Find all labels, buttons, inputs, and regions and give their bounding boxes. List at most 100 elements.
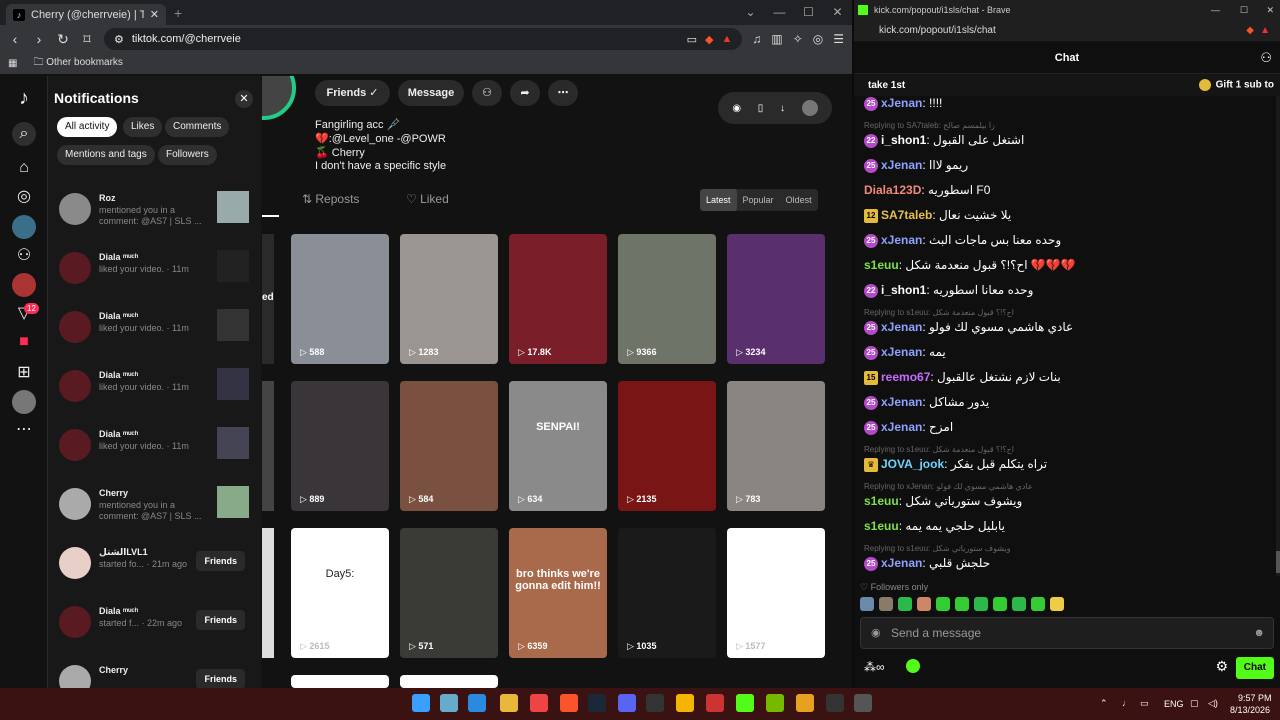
chat-username[interactable]: xJenan	[881, 556, 922, 570]
avatar[interactable]	[59, 193, 91, 225]
cast-icon[interactable]: ▭	[687, 33, 697, 46]
chat-username[interactable]: xJenan	[881, 420, 922, 434]
chat-message[interactable]: 12 SA7taleb: يلا خشيت نعال	[864, 208, 1011, 223]
notification-item[interactable]: Roz mentioned you in a comment: @AS7 | SL…	[59, 189, 249, 229]
emote-icon[interactable]	[1050, 597, 1064, 611]
vpn-icon[interactable]: ◎	[813, 32, 823, 46]
app-tray-icon[interactable]	[854, 694, 872, 712]
friends-avatar-icon[interactable]	[12, 273, 36, 297]
chat-message[interactable]: 22 i_shon1: وحده معانا اسطوريه	[864, 283, 1033, 298]
notification-user[interactable]: Cherry	[99, 488, 128, 498]
phone-icon[interactable]: ▯	[758, 103, 764, 114]
brave-rewards-icon[interactable]: ▲	[1260, 20, 1270, 42]
chat-username[interactable]: reemo67	[881, 370, 930, 384]
avatar[interactable]	[59, 606, 91, 638]
brave-shield-icon[interactable]: ◆	[705, 33, 713, 46]
chat-username[interactable]: s1euu	[864, 258, 899, 272]
send-message-input[interactable]: ◉ Send a message ☻	[860, 617, 1274, 649]
chat-message[interactable]: 22 i_shon1: اشتغل على القبول	[864, 133, 1024, 148]
network-icon[interactable]: ▭	[1140, 698, 1149, 709]
video-thumbnail[interactable]: ▷ 889	[291, 381, 389, 511]
chat-message[interactable]: ♛ JOVA_jook: تراه يتكلم قبل يفكر	[864, 457, 1047, 472]
chat-message[interactable]: s1euu: ويشوف ستورياتي شكل	[864, 494, 1022, 508]
emote-icon[interactable]	[1031, 597, 1045, 611]
compass-icon[interactable]: ◉	[732, 103, 741, 114]
game-launcher-icon[interactable]	[706, 694, 724, 712]
users-icon[interactable]: ⚇	[1260, 42, 1272, 74]
emote-icon[interactable]	[936, 597, 950, 611]
notification-thumbnail[interactable]	[217, 427, 249, 459]
reply-context[interactable]: Replying to s1euu: اح؟!؟ قبول منعدمة شكل	[864, 308, 1014, 317]
video-thumb-partial[interactable]	[262, 381, 274, 511]
nvidia-icon[interactable]	[766, 694, 784, 712]
sort-latest[interactable]: Latest	[700, 189, 737, 211]
message-button[interactable]: Message	[398, 80, 464, 106]
close-icon[interactable]: ✕	[1266, 5, 1274, 16]
notification-item[interactable]: Cherry Friends	[59, 661, 249, 688]
volume-icon[interactable]: ◁)	[1208, 698, 1218, 709]
minimize-icon[interactable]: —	[1211, 5, 1220, 15]
video-thumb-partial[interactable]: ed	[262, 234, 274, 364]
chat-username[interactable]: xJenan	[881, 96, 922, 110]
chat-username[interactable]: i_shon1	[881, 133, 926, 147]
extensions-icon[interactable]: ✧	[793, 32, 803, 46]
notification-user[interactable]: Diala ᵐᵘᶜʰ	[99, 311, 138, 321]
filter-mentions[interactable]: Mentions and tags	[57, 145, 155, 165]
video-thumbnail[interactable]: ▷ 17.8K	[509, 234, 607, 364]
chat-message[interactable]: 25 xJenan: وحده معنا بس ماجات البث	[864, 233, 1061, 248]
notification-thumbnail[interactable]	[217, 250, 249, 282]
notification-thumbnail[interactable]	[217, 368, 249, 400]
video-thumbnail[interactable]: ▷ 1035	[618, 528, 716, 658]
tray-chevron-icon[interactable]: ⌃	[1100, 698, 1108, 709]
epic-games-icon[interactable]	[646, 694, 664, 712]
video-thumbnail[interactable]: ▷ 588	[291, 234, 389, 364]
maximize-icon[interactable]: ☐	[1240, 5, 1248, 16]
emote-icon[interactable]	[955, 597, 969, 611]
video-thumbnail[interactable]: bro thinks we're gonna edit him!! ▷ 6359	[509, 528, 607, 658]
gear-icon[interactable]: ⚙	[1215, 658, 1228, 675]
chat-message[interactable]: 25 xJenan: ريمو لااا	[864, 158, 968, 173]
download-icon[interactable]: ↓	[780, 103, 785, 114]
filter-likes[interactable]: Likes	[123, 117, 163, 137]
video-thumbnail[interactable]: ▷ 1577	[727, 528, 825, 658]
friends-button[interactable]: Friends	[196, 551, 245, 571]
emote-icon[interactable]	[879, 597, 893, 611]
more-icon[interactable]: ⋯	[12, 418, 36, 442]
file-explorer-icon[interactable]	[500, 694, 518, 712]
chrome-icon[interactable]	[530, 694, 548, 712]
clock-date[interactable]: 8/13/2026	[1230, 705, 1270, 715]
chat-message[interactable]: 25 xJenan: يدور مشاكل	[864, 395, 989, 410]
windows-start-icon[interactable]	[412, 694, 430, 712]
kick-url-bar[interactable]: kick.com/popout/i1sls/chat ◆ ▲	[854, 20, 1280, 42]
reply-context[interactable]: Replying to s1euu: اح؟!؟ قبول منعدمة شكل	[864, 445, 1014, 454]
notification-thumbnail[interactable]	[217, 486, 249, 518]
bookmark-icon[interactable]: ⌑	[80, 31, 94, 48]
video-thumb-partial[interactable]	[262, 528, 274, 658]
notification-item[interactable]: Cherry mentioned you in a comment: @AS7 |…	[59, 484, 249, 524]
media-icon[interactable]: ♫	[752, 32, 761, 46]
back-icon[interactable]: ‹	[8, 31, 22, 47]
avatar[interactable]	[59, 252, 91, 284]
chat-username[interactable]: xJenan	[881, 233, 922, 247]
video-thumbnail[interactable]: ▷ 783	[727, 381, 825, 511]
emote-icon[interactable]	[993, 597, 1007, 611]
tab-reposts[interactable]: ⇅ Reposts	[302, 192, 359, 206]
home-icon[interactable]: ⌂	[12, 156, 36, 180]
edge-icon[interactable]	[468, 694, 486, 712]
chat-username[interactable]: s1euu	[864, 519, 899, 533]
filter-all-activity[interactable]: All activity	[57, 117, 118, 137]
language-indicator[interactable]: ENG	[1164, 699, 1184, 709]
video-thumbnail[interactable]	[400, 675, 498, 688]
brave-rewards-icon[interactable]: ▲	[721, 33, 732, 45]
video-thumbnail[interactable]: ▷ 571	[400, 528, 498, 658]
chat-message[interactable]: 25 xJenan: عادي هاشمي مسوي لك فولو	[864, 320, 1073, 335]
notification-item[interactable]: الشتلLVL1 started fo... · 21m ago Friends	[59, 543, 249, 583]
notification-user[interactable]: Cherry	[99, 665, 128, 675]
mic-icon[interactable]: ♩	[1122, 698, 1131, 708]
display-icon[interactable]: ▢	[1190, 698, 1199, 709]
avatar[interactable]	[59, 429, 91, 461]
chevron-down-icon[interactable]: ⌄	[736, 0, 765, 25]
chat-username[interactable]: s1euu	[864, 494, 899, 508]
search-icon[interactable]: ⌕	[12, 122, 36, 146]
profile-avatar-icon[interactable]	[12, 390, 36, 414]
